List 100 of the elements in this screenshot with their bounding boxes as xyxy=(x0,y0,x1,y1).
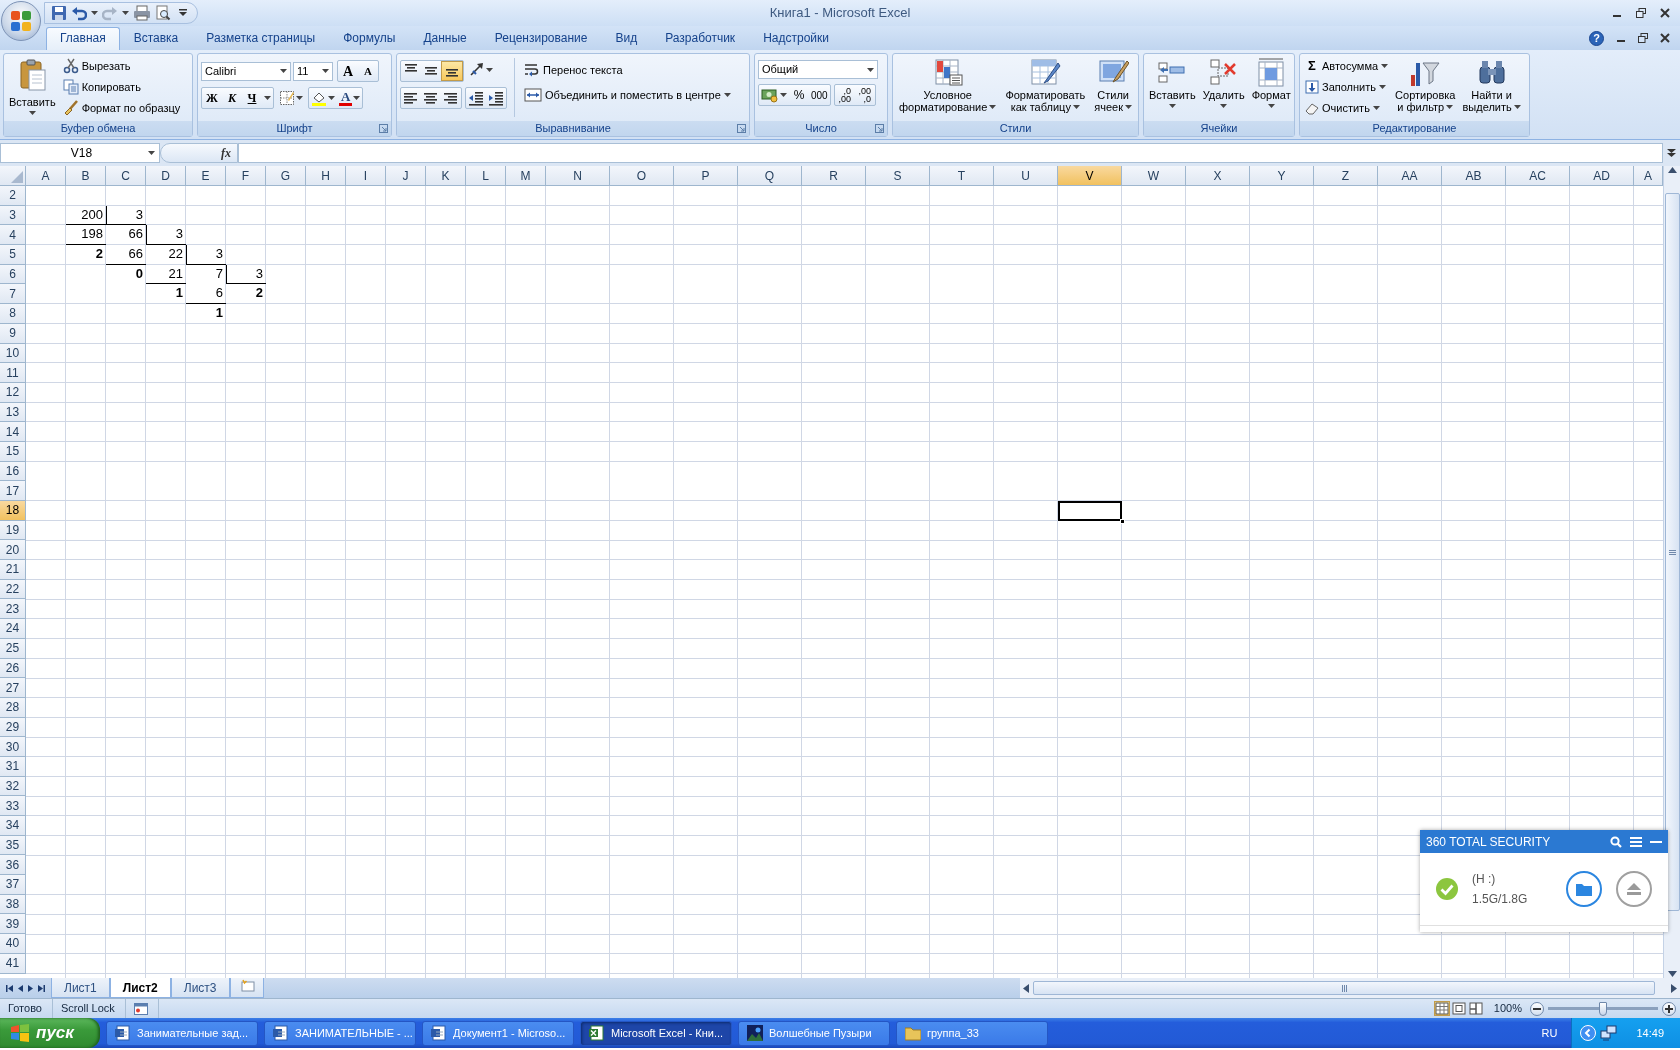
row-header[interactable]: 41 xyxy=(0,953,26,974)
align-bottom-button[interactable] xyxy=(441,61,463,81)
ribbon-tab[interactable]: Разметка страницы xyxy=(192,27,330,50)
ribbon-tab[interactable]: Рецензирование xyxy=(480,27,602,50)
sheet-tab[interactable]: Лист3 xyxy=(170,978,230,998)
cut-button[interactable]: Вырезать xyxy=(60,56,183,76)
save-icon[interactable] xyxy=(51,5,67,21)
column-header[interactable]: C xyxy=(106,166,146,186)
column-header[interactable]: M xyxy=(506,166,546,186)
previous-sheet-icon[interactable] xyxy=(18,984,23,992)
merge-center-button[interactable]: Объединить и поместить в центре xyxy=(522,85,733,105)
layout-view-button[interactable] xyxy=(1450,1001,1467,1016)
column-header[interactable]: A xyxy=(1634,166,1663,186)
row-header[interactable]: 11 xyxy=(0,363,26,383)
column-header[interactable]: K xyxy=(426,166,466,186)
row-header[interactable]: 27 xyxy=(0,678,26,698)
close-icon[interactable] xyxy=(1660,8,1670,18)
grow-font-button[interactable]: A xyxy=(338,61,358,81)
column-header[interactable]: Z xyxy=(1314,166,1378,186)
help-button[interactable]: ? xyxy=(1589,30,1604,46)
start-button[interactable]: пуск xyxy=(0,1018,100,1048)
scroll-right-icon[interactable] xyxy=(1671,983,1677,993)
decrease-decimal-button[interactable]: ,00 ,0 xyxy=(854,85,875,105)
format-painter-button[interactable]: Формат по образцу xyxy=(60,98,183,118)
delete-cells-button[interactable]: Удалить xyxy=(1200,56,1247,119)
column-header[interactable]: AA xyxy=(1378,166,1442,186)
last-sheet-icon[interactable] xyxy=(38,984,45,992)
sheet-tab[interactable]: Лист2 xyxy=(109,978,171,998)
column-header[interactable]: AD xyxy=(1570,166,1634,186)
chevron-left-icon[interactable] xyxy=(1580,1025,1597,1041)
row-header[interactable]: 38 xyxy=(0,894,26,915)
macro-record-icon[interactable] xyxy=(133,1002,148,1015)
sheet-tab[interactable]: Лист1 xyxy=(51,978,110,998)
taskbar-button[interactable]: группа_33 xyxy=(896,1020,1048,1046)
row-header[interactable]: 6 xyxy=(0,264,26,285)
row-header[interactable]: 21 xyxy=(0,560,26,580)
sort-filter-button[interactable]: Сортировка и фильтр xyxy=(1393,56,1458,119)
row-header[interactable]: 7 xyxy=(0,284,26,305)
name-box[interactable]: V18 xyxy=(0,143,160,163)
row-header[interactable]: 30 xyxy=(0,737,26,757)
fill-button[interactable]: Заполнить xyxy=(1303,77,1391,97)
column-header[interactable]: Y xyxy=(1250,166,1314,186)
column-header[interactable]: F xyxy=(226,166,266,186)
column-header[interactable]: I xyxy=(346,166,386,186)
eject-button[interactable] xyxy=(1616,871,1652,907)
column-header[interactable]: J xyxy=(386,166,426,186)
taskbar-button[interactable]: ЗАНИМАТЕЛЬНЫЕ - ... xyxy=(264,1020,416,1046)
row-header[interactable]: 9 xyxy=(0,323,26,344)
column-header[interactable]: T xyxy=(930,166,994,186)
row-header[interactable]: 40 xyxy=(0,934,26,954)
column-header[interactable]: AC xyxy=(1506,166,1570,186)
taskbar-button[interactable]: Волшебные Пузыри xyxy=(738,1020,890,1046)
ribbon-tab[interactable]: Вид xyxy=(601,27,652,50)
column-header[interactable]: U xyxy=(994,166,1058,186)
font-color-button[interactable]: A xyxy=(337,88,363,108)
print-icon[interactable] xyxy=(133,5,151,21)
number-format-dropdown[interactable]: Общий xyxy=(758,60,878,79)
row-header[interactable]: 18 xyxy=(0,501,26,521)
ribbon-tab[interactable]: Данные xyxy=(409,27,481,50)
restore-icon[interactable] xyxy=(1638,33,1648,43)
search-icon[interactable] xyxy=(1610,835,1622,848)
clear-button[interactable]: Очистить xyxy=(1303,98,1391,118)
taskbar-button[interactable]: Microsoft Excel - Кни... xyxy=(580,1020,732,1046)
column-header[interactable]: Q xyxy=(738,166,802,186)
next-sheet-icon[interactable] xyxy=(28,984,33,992)
row-header[interactable]: 19 xyxy=(0,520,26,541)
underline-button[interactable]: Ч xyxy=(242,88,262,108)
expand-icon[interactable] xyxy=(1667,149,1676,157)
row-header[interactable]: 13 xyxy=(0,402,26,423)
insert-cells-button[interactable]: Вставить xyxy=(1147,56,1198,119)
format-as-table-button[interactable]: Форматировать как таблицу xyxy=(1003,56,1088,119)
language-indicator[interactable]: RU xyxy=(1527,1024,1572,1042)
dialog-launcher-icon[interactable] xyxy=(875,124,884,133)
row-header[interactable]: 8 xyxy=(0,304,26,324)
row-header[interactable]: 16 xyxy=(0,461,26,482)
row-header[interactable]: 20 xyxy=(0,540,26,561)
row-header[interactable]: 12 xyxy=(0,382,26,403)
row-header[interactable]: 24 xyxy=(0,619,26,639)
percent-button[interactable]: % xyxy=(789,85,809,105)
paste-button[interactable]: Вставить xyxy=(7,56,58,119)
italic-button[interactable]: К xyxy=(222,88,242,108)
column-header[interactable]: H xyxy=(306,166,346,186)
zoom-out-button[interactable] xyxy=(1530,1001,1544,1016)
column-header[interactable]: O xyxy=(610,166,674,186)
ribbon-tab[interactable]: Надстройки xyxy=(749,27,843,50)
column-header[interactable]: L xyxy=(466,166,506,186)
row-header[interactable]: 17 xyxy=(0,481,26,501)
row-header[interactable]: 2 xyxy=(0,186,26,206)
row-header[interactable]: 29 xyxy=(0,717,26,738)
menu-icon[interactable] xyxy=(1630,835,1642,848)
row-header[interactable]: 37 xyxy=(0,875,26,895)
row-header[interactable]: 35 xyxy=(0,835,26,856)
scroll-left-icon[interactable] xyxy=(1023,983,1029,993)
column-header[interactable]: X xyxy=(1186,166,1250,186)
ribbon-tab[interactable]: Формулы xyxy=(329,27,410,50)
slider-thumb[interactable] xyxy=(1599,1001,1607,1016)
wrap-text-button[interactable]: Перенос текста xyxy=(522,60,733,80)
row-header[interactable]: 32 xyxy=(0,776,26,797)
scrollbar-thumb[interactable] xyxy=(1664,193,1680,911)
ribbon-tab[interactable]: Разработчик xyxy=(651,27,750,50)
